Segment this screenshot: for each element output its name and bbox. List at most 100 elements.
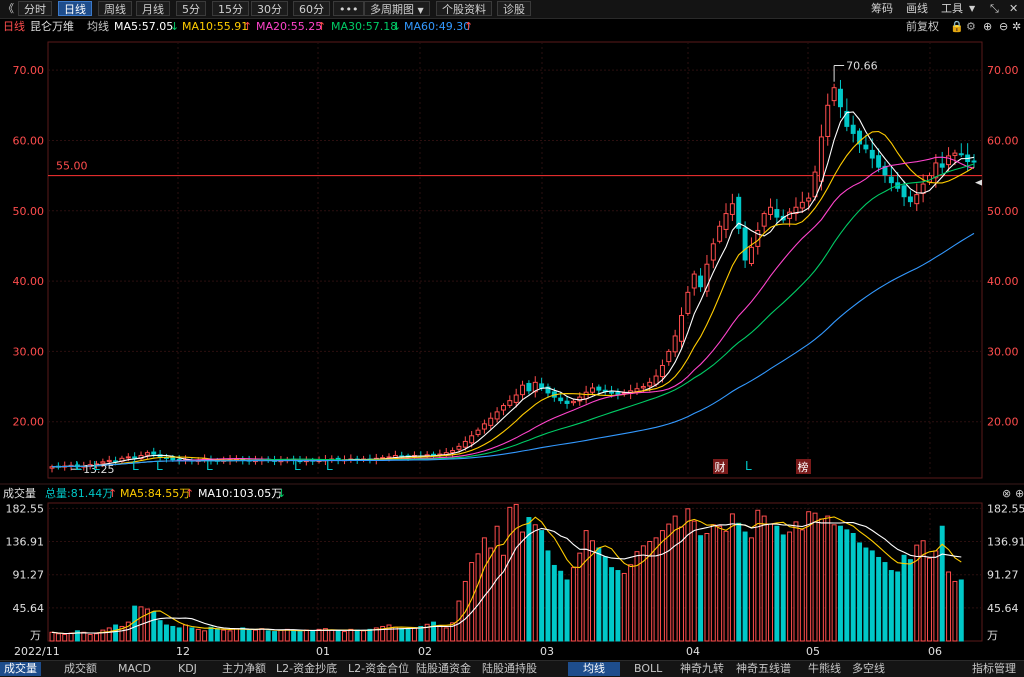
volume-tick-label-left: 45.64	[13, 602, 45, 615]
price-tick-label-right: 60.00	[987, 134, 1019, 147]
volume-bar	[888, 570, 894, 642]
volume-bar	[545, 550, 551, 642]
price-tick-label-left: 20.00	[13, 416, 45, 429]
candle-body	[125, 456, 131, 459]
volume-add-icon[interactable]: ⊕	[1015, 486, 1024, 502]
indicator-tab-l2-bottom[interactable]: L2-资金抄底	[276, 662, 337, 676]
candle-body	[564, 400, 570, 404]
x-tick-label: 01	[316, 645, 330, 658]
candle-body	[494, 411, 500, 420]
candle-body	[132, 456, 138, 459]
kline-chart[interactable]: 20.00 20.00 30.00 30.00 40.00 40.00 50.00 50.00…	[0, 0, 1024, 660]
volume-bar	[291, 630, 297, 642]
indicator-tab-hk-flow[interactable]: 陆股通资金	[416, 662, 471, 676]
volume-bar	[570, 567, 576, 642]
volume-bar	[163, 624, 169, 642]
price-tick-label-left: 30.00	[13, 345, 45, 358]
volume-bar	[844, 529, 850, 642]
indicator-tab-amount[interactable]: 成交额	[64, 662, 97, 676]
indicator-tab-longshort[interactable]: 多空线	[852, 662, 885, 676]
volume-bar	[303, 629, 309, 642]
indicator-tab-five[interactable]: 神奇五线谱	[736, 662, 791, 676]
volume-bar	[583, 530, 589, 642]
volume-bar	[170, 625, 176, 642]
price-tick-label-left: 40.00	[13, 275, 45, 288]
candle-body	[768, 206, 773, 215]
indicator-tab-hk-hold[interactable]: 陆股通持股	[482, 662, 537, 676]
volume-bar	[68, 632, 74, 642]
indicator-tab-main-net[interactable]: 主力净额	[222, 662, 266, 676]
volume-bar	[831, 524, 837, 642]
l-marker: L	[206, 459, 213, 473]
volume-bar	[481, 537, 487, 642]
volume-bar	[214, 628, 220, 642]
volume-bar	[189, 627, 195, 642]
candle-body	[539, 383, 545, 389]
candle-body	[596, 386, 602, 391]
indicator-tab-boll[interactable]: BOLL	[634, 662, 662, 676]
candle-body	[609, 391, 615, 394]
high-price-label: 70.66	[846, 59, 878, 72]
candle-body	[106, 459, 112, 463]
volume-bar	[857, 542, 863, 642]
volume-bar	[653, 537, 659, 642]
current-price-pointer-icon	[975, 179, 982, 186]
volume-bar	[113, 624, 119, 642]
indicator-tab-volume[interactable]: 成交量	[0, 662, 41, 676]
volume-ma10: MA10:103.05万	[198, 487, 283, 500]
volume-close-icon[interactable]: ⊗	[1002, 486, 1011, 502]
volume-bar	[672, 515, 678, 642]
bang-badge-label: 榜	[798, 460, 809, 474]
indicator-tab-ma[interactable]: 均线	[568, 662, 620, 676]
volume-bar	[558, 570, 564, 642]
volume-bar	[49, 631, 55, 642]
x-tick-label: 03	[540, 645, 554, 658]
price-tick-label-right: 70.00	[987, 64, 1019, 77]
volume-bar	[806, 511, 812, 642]
indicator-manage-button[interactable]: 指标管理	[972, 662, 1016, 676]
indicator-tab-nine[interactable]: 神奇九转	[680, 662, 724, 676]
volume-bar	[399, 628, 405, 642]
candle-body	[742, 227, 748, 261]
indicator-tab-macd[interactable]: MACD	[118, 662, 151, 676]
volume-bar	[411, 627, 417, 642]
price-tick-label-right: 20.00	[987, 416, 1019, 429]
indicator-tab-l2-position[interactable]: L2-资金合位	[348, 662, 409, 676]
candle-body	[914, 194, 920, 205]
candle-body	[526, 382, 532, 392]
volume-unit-right: 万	[987, 629, 998, 642]
volume-bar	[310, 630, 316, 642]
volume-total: 总量:81.44万	[45, 487, 114, 500]
candle-body	[971, 160, 977, 163]
candle-body	[901, 185, 907, 198]
l-marker: L	[93, 459, 100, 473]
volume-bar	[621, 572, 627, 642]
volume-bar	[710, 524, 716, 642]
volume-bar	[882, 562, 888, 642]
candle-body	[774, 209, 780, 218]
price-tick-label-right: 40.00	[987, 275, 1019, 288]
volume-bar	[253, 629, 258, 642]
candle-body	[806, 197, 812, 202]
volume-bar	[869, 550, 875, 642]
volume-bar	[62, 633, 68, 642]
candle-body	[717, 225, 723, 242]
volume-ma5: MA5:84.55万	[120, 487, 191, 500]
volume-bar	[405, 628, 411, 642]
volume-bar	[742, 531, 748, 642]
volume-tick-label-left: 182.55	[6, 502, 45, 515]
volume-bar	[907, 559, 913, 642]
volume-bar	[787, 531, 793, 642]
candle-body	[469, 435, 475, 444]
l-marker: L	[326, 459, 333, 473]
volume-bar	[685, 508, 691, 642]
volume-bar	[475, 553, 481, 642]
indicator-tab-bullbear[interactable]: 牛熊线	[808, 662, 841, 676]
volume-bar	[208, 626, 214, 642]
price-tick-label-left: 60.00	[13, 134, 45, 147]
volume-bar	[437, 625, 443, 642]
reference-line-label: 55.00	[56, 160, 88, 173]
indicator-tab-kdj[interactable]: KDJ	[178, 662, 197, 676]
volume-bar	[335, 630, 341, 642]
x-tick-label: 04	[686, 645, 700, 658]
